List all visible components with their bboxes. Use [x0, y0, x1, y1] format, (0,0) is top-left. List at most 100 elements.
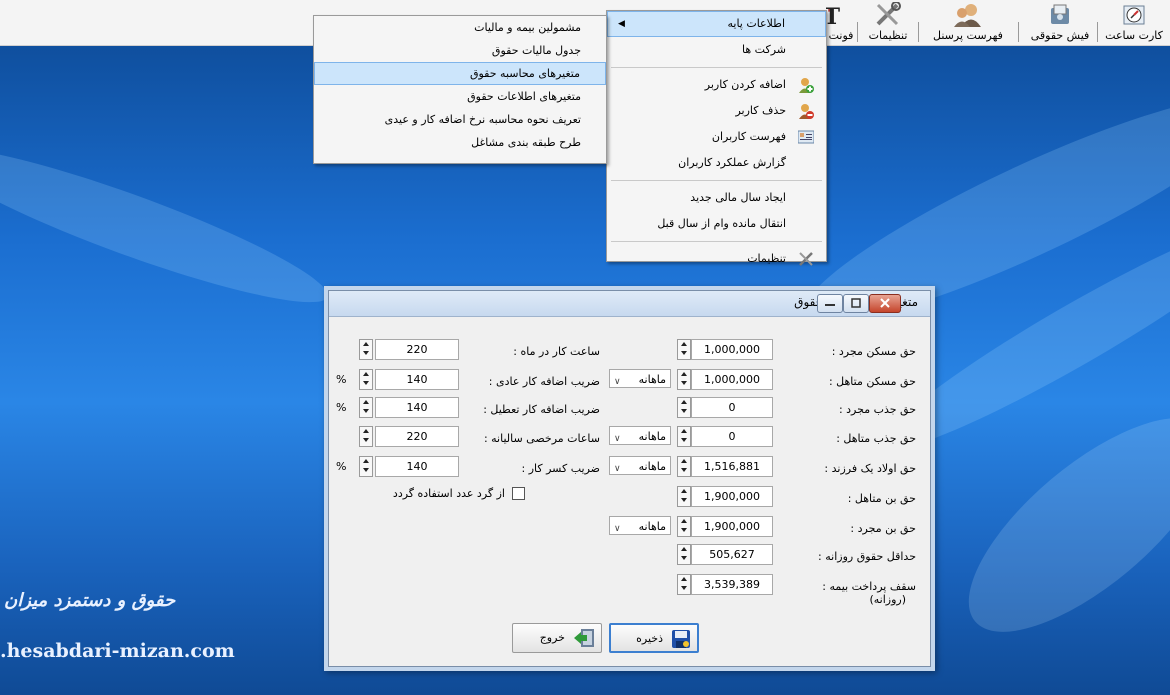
toolbar-payslip-button[interactable]: فیش حقوقی	[1025, 2, 1095, 43]
bonus-married-input[interactable]: 1,900,000	[691, 486, 773, 507]
monthly-work-hours-input[interactable]: 220	[375, 339, 459, 360]
submenu-item-insurance-tax[interactable]: مشمولین بیمه و مالیات	[314, 16, 606, 39]
min-daily-wage-spinner[interactable]	[677, 544, 691, 565]
insurance-cap-input[interactable]: 3,539,389	[691, 574, 773, 595]
submenu-arrow-icon: ◀	[618, 19, 625, 29]
field-label: حق جذب متاهل :	[836, 432, 916, 445]
submenu-item-overtime-bonus-rate[interactable]: تعریف نحوه محاسبه نرخ اضافه کار و عیدی	[314, 108, 606, 131]
bonus-single-input[interactable]: 1,900,000	[691, 516, 773, 537]
holiday-overtime-coef-spinner[interactable]	[359, 397, 373, 418]
toolbar-font-button[interactable]: TT فونت	[825, 2, 857, 43]
menu-item-companies[interactable]: شرکت ها	[607, 37, 826, 63]
housing-married-period-select[interactable]: ماهانه ∨	[609, 369, 671, 388]
menu-item-label: تنظیمات	[747, 252, 786, 265]
menu-item-transfer-loan-balance[interactable]: انتقال مانده وام از سال قبل	[607, 211, 826, 237]
attraction-single-input[interactable]: 0	[691, 397, 773, 418]
select-value: ماهانه	[638, 460, 666, 473]
bonus-single-period-select[interactable]: ماهانه ∨	[609, 516, 671, 535]
rounding-checkbox-label: از گرد عدد استفاده گردد	[392, 487, 505, 500]
menu-separator	[611, 180, 822, 181]
housing-single-spinner[interactable]	[677, 339, 691, 360]
min-daily-wage-input[interactable]: 505,627	[691, 544, 773, 565]
field-label: حق مسکن مجرد :	[831, 345, 916, 358]
maximize-icon[interactable]	[843, 294, 869, 313]
menu-item-label: اطلاعات پایه	[727, 17, 785, 30]
dialog-title-bar[interactable]: متغیر های محاسبه حقوق	[329, 291, 930, 317]
field-label: حداقل حقوق روزانه :	[818, 550, 916, 563]
save-button[interactable]: ذخیره	[609, 623, 699, 653]
rounding-checkbox[interactable]	[512, 487, 525, 500]
monthly-work-hours-spinner[interactable]	[359, 339, 373, 360]
minimize-icon[interactable]	[817, 294, 843, 313]
clock-card-icon	[1119, 2, 1149, 28]
payslip-icon	[1045, 2, 1075, 28]
brand-slogan: حقوق و دستمزد میزان	[4, 590, 176, 611]
menu-item-label: انتقال مانده وام از سال قبل	[657, 217, 786, 230]
normal-overtime-coef-input[interactable]: 140	[375, 369, 459, 390]
field-label: ساعات مرخصی سالیانه :	[483, 432, 600, 445]
housing-single-input[interactable]: 1,000,000	[691, 339, 773, 360]
percent-sign: %	[336, 460, 347, 473]
field-label: حق مسکن متاهل :	[828, 375, 916, 388]
attraction-married-spinner[interactable]	[677, 426, 691, 447]
base-info-submenu: مشمولین بیمه و مالیات جدول مالیات حقوق م…	[313, 15, 607, 164]
menu-item-label: مشمولین بیمه و مالیات	[474, 21, 581, 34]
housing-married-input[interactable]: 1,000,000	[691, 369, 773, 390]
holiday-overtime-coef-input[interactable]: 140	[375, 397, 459, 418]
work-deduction-coef-spinner[interactable]	[359, 456, 373, 477]
attraction-married-period-select[interactable]: ماهانه ∨	[609, 426, 671, 445]
child-allowance-spinner[interactable]	[677, 456, 691, 477]
menu-item-delete-user[interactable]: حذف کاربر	[607, 98, 826, 124]
field-label: سقف پرداخت بیمه :	[822, 580, 916, 593]
percent-sign: %	[336, 401, 347, 414]
menu-item-new-fiscal-year[interactable]: ایجاد سال مالی جدید	[607, 185, 826, 211]
select-value: ماهانه	[638, 520, 666, 533]
exit-icon	[573, 628, 595, 648]
menu-item-add-user[interactable]: اضافه کردن کاربر	[607, 72, 826, 98]
attraction-single-spinner[interactable]	[677, 397, 691, 418]
field-label: ضریب کسر کار :	[521, 462, 601, 475]
toolbar-personnel-list-button[interactable]: فهرست پرسنل	[922, 2, 1014, 43]
insurance-cap-spinner[interactable]	[677, 574, 691, 595]
menu-item-user-list[interactable]: فهرست کاربران	[607, 124, 826, 150]
submenu-item-job-classification[interactable]: طرح طبقه بندی مشاغل	[314, 131, 606, 154]
child-allowance-input[interactable]: 1,516,881	[691, 456, 773, 477]
menu-item-label: جدول مالیات حقوق	[491, 44, 581, 57]
submenu-item-tax-table[interactable]: جدول مالیات حقوق	[314, 39, 606, 62]
field-label-suffix: (روزانه)	[869, 593, 906, 606]
field-label: ساعت کار در ماه :	[513, 345, 600, 358]
field-label: حق بن متاهل :	[847, 492, 916, 505]
toolbar-settings-button[interactable]: تنظیمات	[862, 1, 914, 43]
menu-item-settings[interactable]: تنظیمات	[607, 246, 826, 272]
menu-item-user-performance-report[interactable]: گزارش عملکرد کاربران	[607, 150, 826, 176]
toolbar-label: فیش حقوقی	[1030, 29, 1090, 42]
housing-married-spinner[interactable]	[677, 369, 691, 390]
menu-separator	[611, 241, 822, 242]
menu-item-label: طرح طبقه بندی مشاغل	[471, 136, 581, 149]
close-icon[interactable]	[869, 294, 901, 313]
chevron-down-icon: ∨	[614, 377, 621, 387]
add-user-icon	[798, 77, 814, 93]
exit-button[interactable]: خروج	[512, 623, 602, 653]
menu-item-base-info[interactable]: اطلاعات پایه ◀	[607, 11, 826, 37]
attraction-married-input[interactable]: 0	[691, 426, 773, 447]
chevron-down-icon: ∨	[614, 434, 621, 444]
menu-item-label: متغیرهای محاسبه حقوق	[469, 67, 580, 80]
menu-item-label: تعریف نحوه محاسبه نرخ اضافه کار و عیدی	[384, 113, 581, 126]
settings-tools-icon	[798, 251, 814, 267]
annual-leave-hours-input[interactable]: 220	[375, 426, 459, 447]
submenu-item-salary-info-variables[interactable]: متغیرهای اطلاعات حقوق	[314, 85, 606, 108]
work-deduction-coef-input[interactable]: 140	[375, 456, 459, 477]
menu-item-label: اضافه کردن کاربر	[704, 78, 786, 91]
annual-leave-hours-spinner[interactable]	[359, 426, 373, 447]
menu-item-label: ایجاد سال مالی جدید	[690, 191, 786, 204]
font-icon: TT	[825, 2, 856, 30]
select-value: ماهانه	[638, 430, 666, 443]
toolbar-clock-card-button[interactable]: کارت ساعت	[1098, 2, 1170, 43]
salary-variables-dialog: متغیر های محاسبه حقوق حق مسکن مجرد : 1,0…	[328, 290, 931, 667]
child-allowance-period-select[interactable]: ماهانه ∨	[609, 456, 671, 475]
submenu-item-salary-calc-variables[interactable]: متغیرهای محاسبه حقوق	[314, 62, 606, 85]
normal-overtime-coef-spinner[interactable]	[359, 369, 373, 390]
bonus-single-spinner[interactable]	[677, 516, 691, 537]
bonus-married-spinner[interactable]	[677, 486, 691, 507]
